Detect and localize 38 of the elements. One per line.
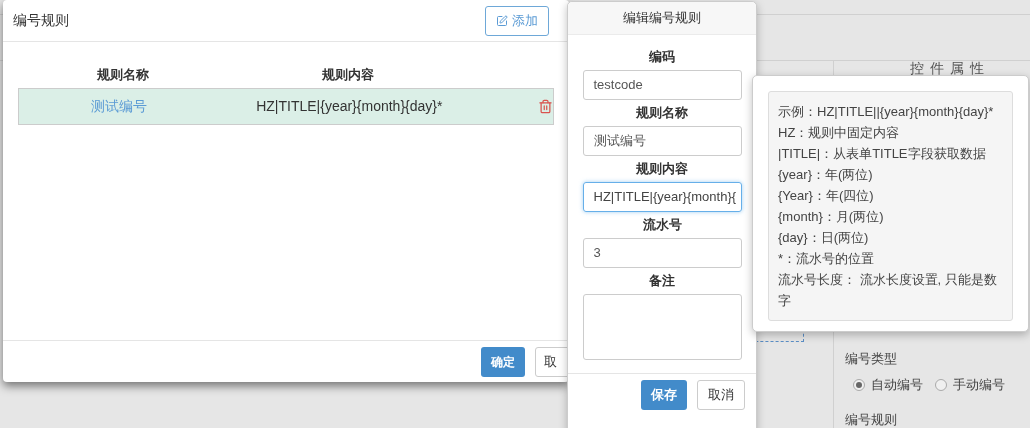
delete-icon[interactable]: [538, 99, 553, 114]
field-label: 编码: [649, 48, 675, 66]
help-text: |TITLE|：从表单TITLE字段获取数据: [778, 145, 987, 163]
cancel-button[interactable]: 取: [535, 346, 569, 377]
edit-icon: [496, 14, 508, 27]
panel-title: 控件属性: [910, 59, 990, 78]
column-header: 规则名称: [96, 66, 150, 85]
dialog-title: 编号规则: [13, 11, 69, 30]
radio-button[interactable]: [853, 378, 865, 391]
help-text: {Year}：年(四位): [778, 187, 875, 205]
column-header: 规则内容: [321, 66, 375, 85]
confirm-button[interactable]: 确定: [481, 346, 525, 377]
field-label: 流水号: [642, 216, 682, 234]
help-text: {day}：日(两位): [778, 229, 870, 247]
table-row[interactable]: 测试编号 HZ|TITLE|{year}{month}{day}*: [18, 88, 554, 125]
help-text: HZ：规则中固定内容: [778, 124, 901, 142]
input-field[interactable]: testcode: [582, 70, 742, 100]
help-text: {year}：年(两位): [778, 166, 874, 184]
field-label: 规则内容: [636, 160, 688, 178]
input-field[interactable]: 测试编号: [582, 126, 742, 156]
popover-title: 编辑编号规则: [623, 9, 701, 28]
cancel-button[interactable]: 取消: [697, 380, 745, 410]
help-text: {month}：月(两位): [778, 208, 885, 226]
radio-option[interactable]: 自动编号: [853, 375, 923, 395]
number-rule-label: 编号规则: [845, 411, 897, 428]
help-text: 流水号长度： 流水长度设置, 只能是数字: [778, 271, 998, 310]
save-button[interactable]: 保存: [641, 380, 687, 410]
radio-button[interactable]: [935, 378, 947, 391]
radio-option[interactable]: 手动编号: [935, 375, 1005, 395]
help-text: *：流水号的位置: [778, 250, 876, 268]
input-field[interactable]: HZ|TITLE|{year}{month}{: [582, 182, 742, 212]
notes-field[interactable]: [582, 294, 742, 360]
field-label: 规则名称: [636, 104, 688, 122]
help-text: 示例：HZ|TITLE||{year}{month}{day}*: [778, 103, 995, 121]
input-field[interactable]: 3: [582, 238, 742, 268]
number-type-label: 编号类型: [845, 350, 897, 368]
table-cell-text: HZ|TITLE|{year}{month}{day}*: [255, 97, 444, 116]
field-label: 备注: [649, 272, 675, 290]
